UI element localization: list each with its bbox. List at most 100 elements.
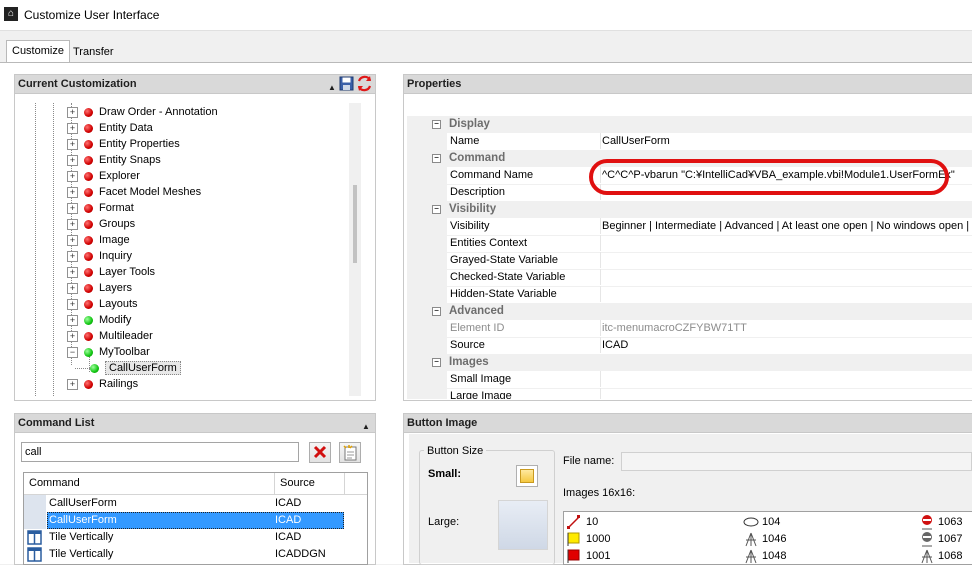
- property-value[interactable]: [601, 235, 972, 251]
- tree-scrollbar-thumb[interactable]: [353, 185, 357, 263]
- collapse-icon[interactable]: −: [432, 154, 441, 163]
- collapse-icon[interactable]: −: [432, 120, 441, 129]
- expand-icon[interactable]: +: [67, 154, 78, 166]
- tree-item[interactable]: + Explorer: [67, 168, 140, 184]
- expand-icon[interactable]: +: [67, 218, 78, 230]
- tab-customize[interactable]: Customize: [6, 40, 70, 63]
- large-image-preview[interactable]: [498, 500, 548, 550]
- property-value[interactable]: [601, 269, 972, 285]
- tree-item[interactable]: + Draw Order - Annotation: [67, 104, 218, 120]
- property-row[interactable]: Large Image: [407, 388, 972, 399]
- collapse-icon[interactable]: −: [67, 346, 78, 358]
- expand-icon[interactable]: +: [67, 186, 78, 198]
- property-value[interactable]: ICAD: [601, 337, 972, 353]
- expand-icon[interactable]: +: [67, 122, 78, 134]
- collapse-icon[interactable]: −: [432, 205, 441, 214]
- expand-icon[interactable]: +: [67, 234, 78, 246]
- tree-item[interactable]: + Entity Data: [67, 120, 153, 136]
- column-header-command[interactable]: Command: [29, 477, 80, 489]
- tab-transfer[interactable]: Transfer: [68, 43, 119, 61]
- command-table[interactable]: Command Source CallUserForm ICAD CallUse…: [23, 472, 368, 565]
- expand-icon[interactable]: +: [67, 378, 78, 390]
- property-name: Description: [449, 184, 601, 200]
- property-row[interactable]: Source ICAD: [407, 337, 972, 355]
- tree-item-label: Inquiry: [99, 250, 133, 262]
- property-value[interactable]: [601, 286, 972, 302]
- small-image-preview[interactable]: [516, 465, 538, 487]
- tree-item[interactable]: + Format: [67, 200, 134, 216]
- tree-item[interactable]: + Entity Properties: [67, 136, 180, 152]
- property-value[interactable]: itc-menumacroCZFYBW71TT: [601, 320, 972, 336]
- collapse-icon[interactable]: −: [432, 358, 441, 367]
- table-row[interactable]: Tile Vertically ICAD: [24, 529, 367, 546]
- clear-search-button[interactable]: [309, 442, 331, 463]
- category-label: Command: [449, 152, 506, 164]
- tree-item-label: CallUserForm: [105, 361, 181, 375]
- expand-icon[interactable]: +: [67, 298, 78, 310]
- tree-item[interactable]: + Railings: [67, 376, 138, 392]
- collapse-icon[interactable]: −: [432, 307, 441, 316]
- reload-icon[interactable]: [356, 75, 373, 92]
- tree-scrollbar[interactable]: [349, 103, 361, 396]
- tree-item[interactable]: + Layer Tools: [67, 264, 155, 280]
- tree-item[interactable]: − MyToolbar: [67, 344, 150, 360]
- tree-item[interactable]: CallUserForm: [75, 360, 181, 376]
- large-size-label: Large:: [428, 516, 460, 528]
- command-name: CallUserForm: [49, 497, 117, 509]
- tree-item[interactable]: + Image: [67, 232, 130, 248]
- command-search-input[interactable]: [21, 442, 299, 462]
- expand-icon[interactable]: +: [67, 138, 78, 150]
- property-category[interactable]: − Advanced: [407, 303, 972, 320]
- property-row[interactable]: Entities Context: [407, 235, 972, 253]
- expand-icon[interactable]: +: [67, 106, 78, 118]
- property-row[interactable]: Element ID itc-menumacroCZFYBW71TT: [407, 320, 972, 338]
- property-row[interactable]: Grayed-State Variable: [407, 252, 972, 270]
- tree-item[interactable]: + Groups: [67, 216, 135, 232]
- property-row[interactable]: Hidden-State Variable: [407, 286, 972, 304]
- expand-icon[interactable]: +: [67, 170, 78, 182]
- collapse-arrow-icon[interactable]: ▲: [328, 79, 336, 97]
- property-category[interactable]: − Images: [407, 354, 972, 371]
- property-category[interactable]: − Visibility: [407, 201, 972, 218]
- property-row[interactable]: Visibility Beginner | Intermediate | Adva…: [407, 218, 972, 236]
- expand-icon[interactable]: +: [67, 250, 78, 262]
- clear-x-icon: [313, 445, 327, 459]
- expand-icon[interactable]: +: [67, 202, 78, 214]
- expand-icon[interactable]: +: [67, 266, 78, 278]
- red-status-icon: [84, 155, 93, 165]
- window-title: Customize User Interface: [24, 8, 160, 22]
- command-name: CallUserForm: [49, 514, 117, 526]
- table-row[interactable]: Tile Vertically ICADDGN: [24, 546, 367, 563]
- column-header-source[interactable]: Source: [280, 477, 315, 489]
- expand-icon[interactable]: +: [67, 330, 78, 342]
- file-name-input[interactable]: [621, 452, 972, 471]
- save-icon[interactable]: [339, 76, 354, 91]
- property-value[interactable]: CallUserForm: [601, 133, 972, 149]
- customization-tree[interactable]: + Draw Order - Annotation + Entity Data + Ent…: [23, 103, 348, 396]
- expand-icon[interactable]: +: [67, 314, 78, 326]
- tree-item[interactable]: + Multileader: [67, 328, 153, 344]
- tree-item[interactable]: + Facet Model Meshes: [67, 184, 201, 200]
- table-row-selected[interactable]: CallUserForm ICAD: [24, 512, 367, 529]
- image-label: 1063: [938, 516, 963, 528]
- tree-item[interactable]: + Modify: [67, 312, 131, 328]
- tree-item[interactable]: + Layouts: [67, 296, 138, 312]
- property-row[interactable]: Checked-State Variable: [407, 269, 972, 287]
- tree-item-label: Entity Properties: [99, 138, 180, 150]
- new-command-button[interactable]: [339, 442, 361, 463]
- green-status-icon: [84, 347, 93, 357]
- property-value[interactable]: [601, 371, 972, 387]
- collapse-arrow-icon[interactable]: ▲: [362, 418, 370, 436]
- property-category[interactable]: − Display: [407, 116, 972, 133]
- property-value[interactable]: [601, 252, 972, 268]
- tree-item[interactable]: + Layers: [67, 280, 132, 296]
- tree-item[interactable]: + Entity Snaps: [67, 152, 161, 168]
- expand-icon[interactable]: +: [67, 282, 78, 294]
- property-row[interactable]: Name CallUserForm: [407, 133, 972, 151]
- survey-icon: [921, 549, 933, 564]
- property-value[interactable]: [601, 388, 972, 399]
- tree-item[interactable]: + Inquiry: [67, 248, 132, 264]
- table-row[interactable]: CallUserForm ICAD: [24, 495, 367, 512]
- property-row[interactable]: Small Image: [407, 371, 972, 389]
- property-value[interactable]: Beginner | Intermediate | Advanced | At …: [601, 218, 972, 234]
